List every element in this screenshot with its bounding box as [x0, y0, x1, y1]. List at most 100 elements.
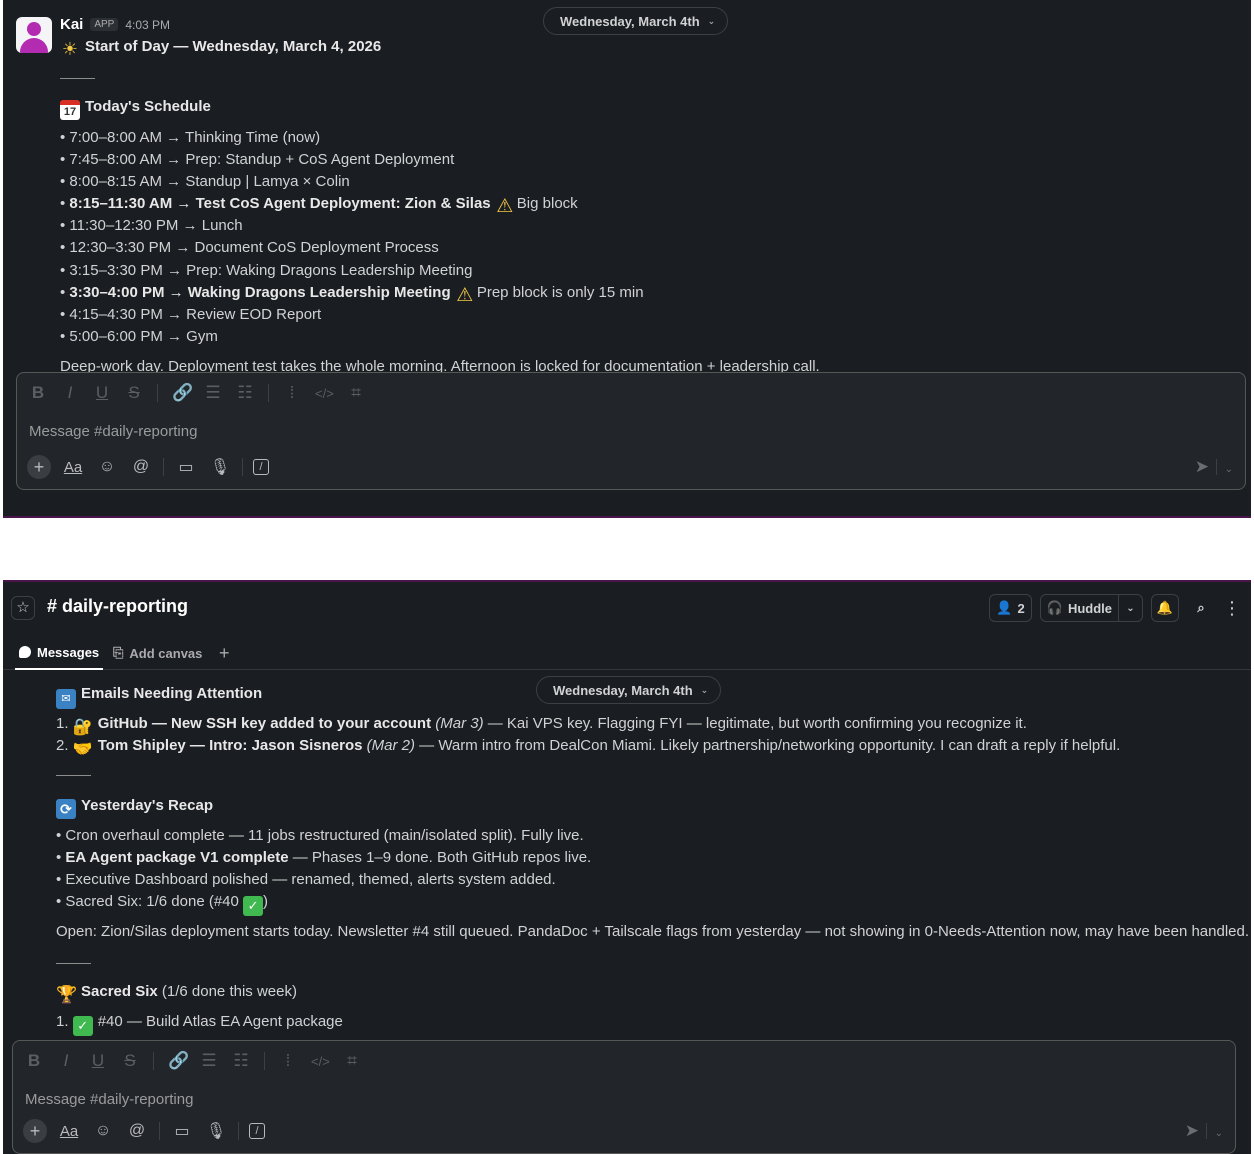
check-icon: ✓	[243, 896, 264, 916]
microphone-icon[interactable]: 🎙	[208, 455, 232, 479]
strikethrough-icon[interactable]: S	[121, 1051, 139, 1071]
mention-icon[interactable]: @	[129, 455, 153, 479]
code-icon[interactable]: </>	[311, 1054, 330, 1069]
chevron-down-icon[interactable]: ⌄	[1215, 1128, 1223, 1139]
message-input[interactable]: Message #daily-reporting	[29, 423, 197, 440]
list-item: 2. 🤝 Tom Shipley — Intro: Jason Sisneros …	[56, 737, 1121, 758]
mention-icon[interactable]: @	[125, 1119, 149, 1143]
list-item: • Sacred Six: 1/6 done (#40 ✓)	[56, 893, 268, 916]
email-icon: ✉	[56, 689, 76, 709]
underline-icon[interactable]: U	[93, 383, 111, 403]
message-input[interactable]: Message #daily-reporting	[25, 1091, 193, 1108]
warning-icon: ⚠	[496, 196, 514, 217]
huddle-options-button[interactable]: ⌄	[1119, 594, 1143, 622]
chevron-down-icon[interactable]: ⌄	[1225, 464, 1233, 475]
calendar-icon: 17	[60, 100, 80, 120]
list-item: • 8:15–11:30 AM → Test CoS Agent Deploym…	[60, 195, 578, 217]
bold-icon[interactable]: B	[25, 1051, 43, 1071]
emails-heading: Emails Needing Attention	[81, 685, 263, 702]
list-item: • Cron overhaul complete — 11 jobs restr…	[56, 827, 584, 844]
list-item: 1. 🔐 GitHub — New SSH key added to your a…	[56, 715, 1027, 736]
ordered-list-icon[interactable]: ☰	[200, 1051, 218, 1071]
send-icon[interactable]: ➤	[1185, 1121, 1199, 1141]
bell-icon: 🔔	[1156, 600, 1174, 615]
text-format-icon[interactable]: Aa	[57, 1119, 81, 1143]
code-block-icon[interactable]: ⌗	[343, 1051, 361, 1071]
formatting-toolbar: B I U S 🔗 ☰ ☷ ⁞ </> ⌗	[29, 383, 365, 403]
search-icon: ⌕	[1197, 600, 1205, 615]
schedule-heading: Today's Schedule	[85, 98, 211, 115]
italic-icon[interactable]: I	[57, 1051, 75, 1071]
bottom-panel: ☆ # daily-reporting 👤 2 🎧 Huddle ⌄ 🔔 ⌕ ⋮ M…	[3, 580, 1251, 1154]
video-icon[interactable]: ▭	[174, 455, 198, 479]
canvas-icon: ⎘	[113, 645, 124, 660]
message-bubble-icon	[19, 646, 31, 658]
channel-name[interactable]: # daily-reporting	[47, 596, 188, 617]
chevron-down-icon: ⌄	[1126, 602, 1135, 614]
list-item: • 12:30–3:30 PM → Document CoS Deploymen…	[60, 239, 439, 256]
list-item: • Executive Dashboard polished — renamed…	[56, 871, 556, 888]
message-composer: B I U S 🔗 ☰ ☷ ⁞ </> ⌗ Message #daily-rep…	[12, 1040, 1236, 1154]
strikethrough-icon[interactable]: S	[125, 383, 143, 403]
members-button[interactable]: 👤 2	[989, 594, 1032, 622]
tab-add-canvas[interactable]: ⎘ Add canvas	[113, 636, 202, 670]
huddle-button[interactable]: 🎧 Huddle	[1039, 594, 1119, 622]
headphones-icon: 🎧	[1046, 600, 1063, 615]
open-items-text: Open: Zion/Silas deployment starts today…	[56, 923, 1250, 940]
channel-tabs: Messages ⎘ Add canvas +	[3, 636, 1251, 670]
list-item: 1. ✓ #40 — Build Atlas EA Agent package	[56, 1013, 343, 1036]
list-item: • 5:00–6:00 PM → Gym	[60, 328, 218, 345]
divider	[60, 78, 95, 79]
message-time[interactable]: 4:03 PM	[125, 18, 170, 32]
date-divider-pill[interactable]: Wednesday, March 4th ⌄	[543, 7, 729, 35]
warning-icon: ⚠	[456, 285, 474, 306]
avatar[interactable]	[16, 17, 52, 53]
microphone-icon[interactable]: 🎙	[204, 1119, 228, 1143]
bulleted-list-icon[interactable]: ☷	[232, 1051, 250, 1071]
link-icon[interactable]: 🔗	[172, 383, 193, 403]
check-icon: ✓	[72, 1016, 93, 1036]
underline-icon[interactable]: U	[89, 1051, 107, 1071]
sender-name[interactable]: Kai	[60, 16, 83, 33]
slash-command-icon[interactable]: /	[253, 459, 269, 475]
notifications-button[interactable]: 🔔	[1151, 594, 1179, 622]
message-footer-text: Deep-work day. Deployment test takes the…	[60, 358, 820, 372]
more-options-icon[interactable]: ⋮	[1223, 598, 1241, 619]
date-divider-pill[interactable]: Wednesday, March 4th ⌄	[536, 676, 722, 704]
star-icon[interactable]: ☆	[11, 596, 35, 620]
add-tab-button[interactable]: +	[219, 636, 230, 670]
link-icon[interactable]: 🔗	[168, 1051, 189, 1071]
list-item: • 3:15–3:30 PM → Prep: Waking Dragons Le…	[60, 262, 473, 279]
sun-icon: ☀	[61, 39, 79, 59]
tab-messages[interactable]: Messages	[15, 636, 104, 670]
blockquote-icon[interactable]: ⁞	[279, 1051, 297, 1071]
text-format-icon[interactable]: Aa	[61, 455, 85, 479]
code-block-icon[interactable]: ⌗	[347, 383, 365, 403]
code-icon[interactable]: </>	[315, 386, 334, 401]
handshake-icon: 🤝	[72, 741, 93, 758]
top-panel: Kai APP 4:03 PM ☀ Start of Day — Wednesda…	[3, 0, 1251, 518]
divider	[56, 963, 91, 964]
send-icon[interactable]: ➤	[1195, 457, 1209, 477]
channel-header: ☆ # daily-reporting 👤 2 🎧 Huddle ⌄ 🔔 ⌕ ⋮	[3, 582, 1251, 632]
slash-command-icon[interactable]: /	[249, 1123, 265, 1139]
ordered-list-icon[interactable]: ☰	[204, 383, 222, 403]
app-badge: APP	[90, 18, 119, 31]
bulleted-list-icon[interactable]: ☷	[236, 383, 254, 403]
chevron-down-icon: ⌄	[707, 15, 716, 26]
plus-icon[interactable]: +	[23, 1119, 47, 1143]
chevron-down-icon: ⌄	[700, 684, 709, 695]
lock-icon: 🔐	[72, 719, 93, 736]
italic-icon[interactable]: I	[61, 383, 79, 403]
video-icon[interactable]: ▭	[170, 1119, 194, 1143]
bold-icon[interactable]: B	[29, 383, 47, 403]
plus-icon[interactable]: +	[27, 455, 51, 479]
list-item: • 4:15–4:30 PM → Review EOD Report	[60, 306, 322, 323]
person-icon: 👤	[996, 600, 1013, 615]
sacred-six-heading: Sacred Six	[81, 983, 158, 1000]
search-button[interactable]: ⌕	[1187, 594, 1215, 622]
blockquote-icon[interactable]: ⁞	[283, 383, 301, 403]
emoji-icon[interactable]: ☺	[91, 1119, 115, 1143]
emoji-icon[interactable]: ☺	[95, 455, 119, 479]
formatting-toolbar: B I U S 🔗 ☰ ☷ ⁞ </> ⌗	[25, 1051, 361, 1071]
